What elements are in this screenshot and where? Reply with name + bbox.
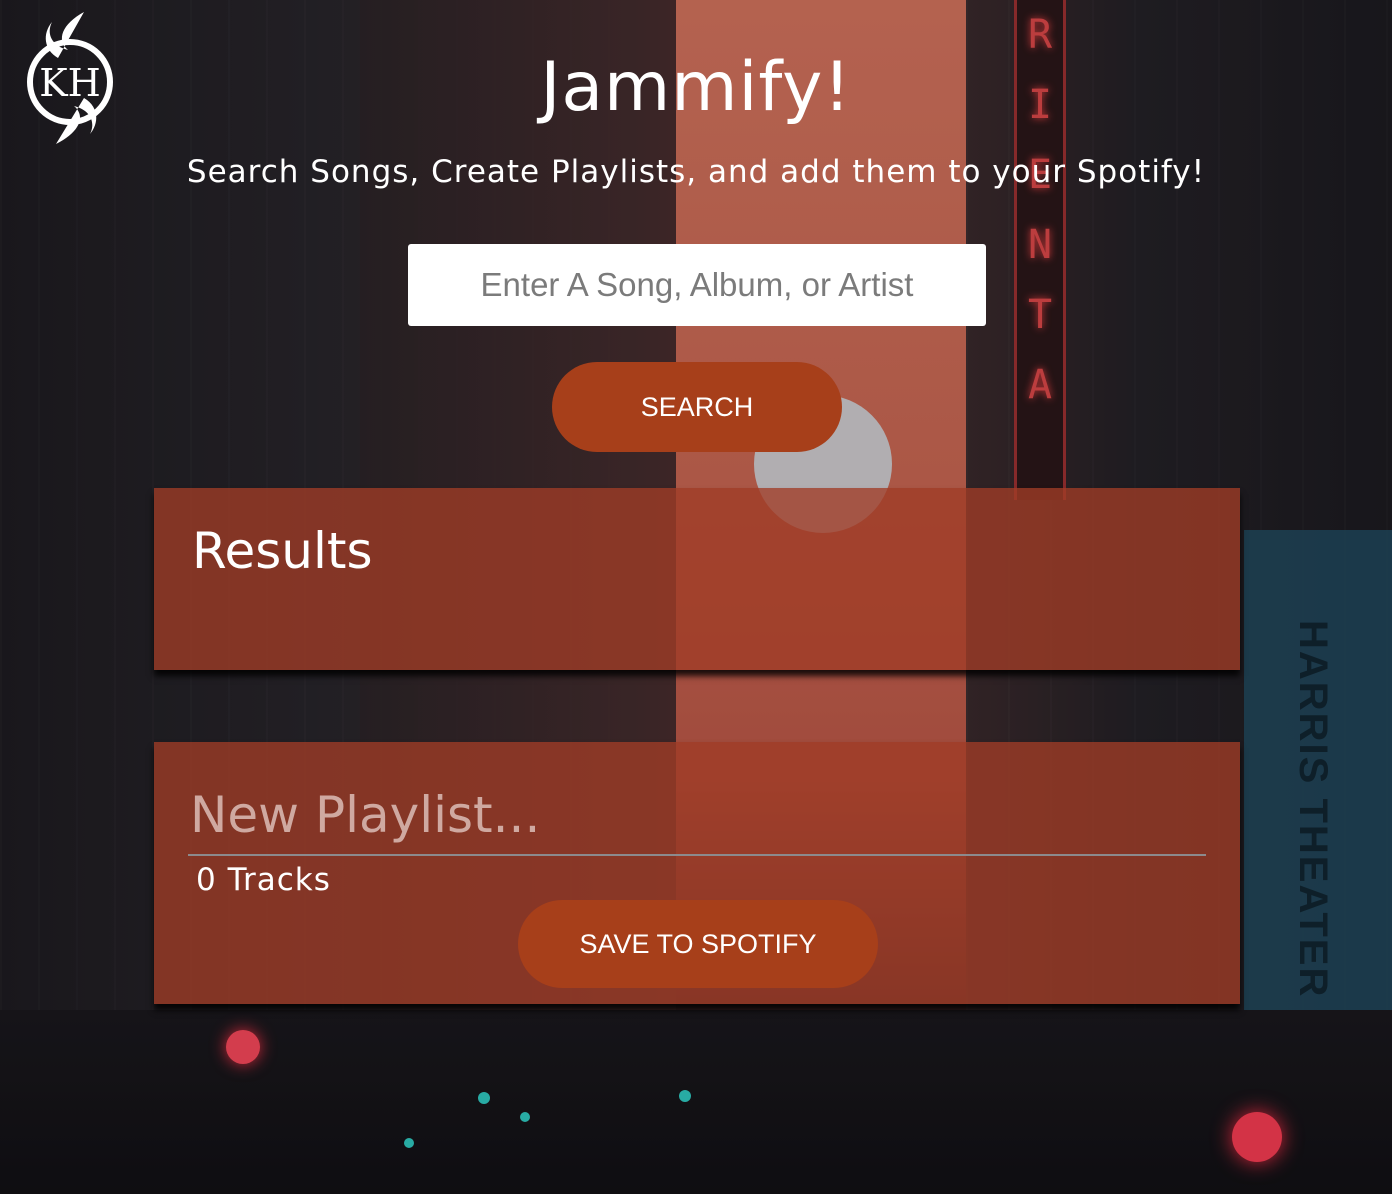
- playlist-name-input[interactable]: [188, 776, 1206, 856]
- search-input[interactable]: [408, 244, 986, 326]
- app-subtitle: Search Songs, Create Playlists, and add …: [186, 154, 1206, 190]
- search-button[interactable]: SEARCH: [552, 362, 842, 452]
- results-panel: Results: [154, 488, 1240, 670]
- save-to-spotify-button[interactable]: SAVE TO SPOTIFY: [518, 900, 878, 988]
- track-count-label: 0 Tracks: [196, 862, 331, 898]
- results-title: Results: [192, 522, 373, 580]
- app-title: Jammify!: [540, 48, 852, 127]
- playlist-panel: 0 Tracks SAVE TO SPOTIFY: [154, 742, 1240, 1004]
